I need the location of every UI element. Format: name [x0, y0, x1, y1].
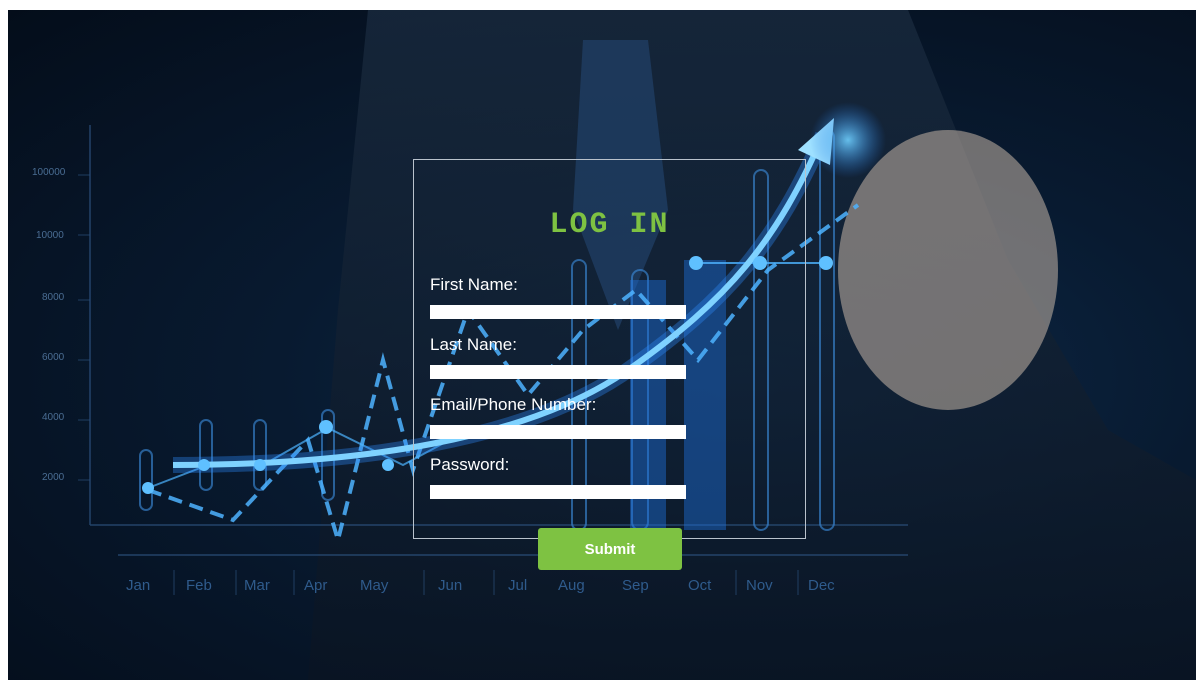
month-label: Nov	[746, 577, 773, 594]
y-tick-label: 4000	[42, 412, 65, 423]
hand-shape	[838, 130, 1058, 410]
month-label: Oct	[688, 577, 712, 594]
y-axis-labels: 100000 10000 8000 6000 4000 2000	[32, 167, 66, 483]
y-tick-label: 6000	[42, 352, 65, 363]
month-label: Jan	[126, 577, 150, 594]
login-title: LOG IN	[549, 208, 670, 242]
y-tick-label: 100000	[32, 167, 66, 178]
submit-button[interactable]: Submit	[538, 528, 682, 570]
first-name-label: First Name:	[430, 275, 518, 294]
month-label: Jul	[508, 577, 527, 594]
y-axis-ticks	[78, 174, 90, 481]
fingertip-glow	[810, 102, 886, 178]
month-label: Feb	[186, 577, 212, 594]
email-phone-label: Email/Phone Number:	[430, 395, 597, 414]
y-tick-label: 8000	[42, 292, 65, 303]
last-name-input[interactable]	[430, 365, 686, 379]
password-input[interactable]	[430, 485, 686, 499]
month-label: May	[360, 577, 389, 594]
month-label: Aug	[558, 577, 585, 594]
y-tick-label: 2000	[42, 472, 65, 483]
month-label: Dec	[808, 577, 835, 594]
y-tick-label: 10000	[36, 230, 64, 241]
first-name-input[interactable]	[430, 305, 686, 319]
login-form-box: LOG IN First Name: Last Name: Email/Phon…	[413, 159, 806, 539]
month-label: Jun	[438, 577, 462, 594]
email-phone-input[interactable]	[430, 425, 686, 439]
password-label: Password:	[430, 455, 510, 474]
month-label: Mar	[244, 577, 270, 594]
last-name-label: Last Name:	[430, 335, 517, 354]
month-label: Sep	[622, 577, 649, 594]
month-label: Apr	[304, 577, 327, 594]
